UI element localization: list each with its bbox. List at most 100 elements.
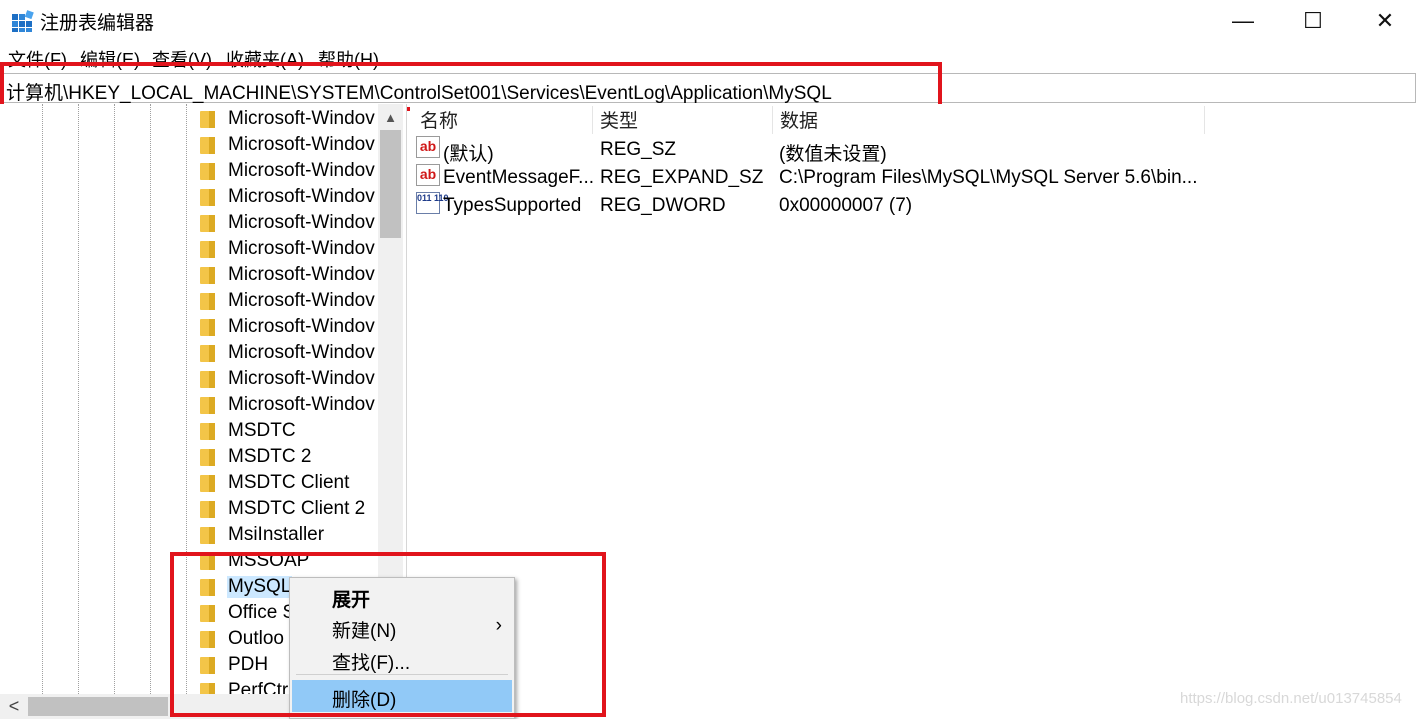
column-header-type[interactable]: 类型 xyxy=(600,106,638,132)
folder-icon xyxy=(200,266,215,284)
tree-node-label: Microsoft-Windov xyxy=(228,264,375,285)
tree-scroll-thumb[interactable] xyxy=(380,130,401,238)
folder-icon xyxy=(200,292,215,310)
tree-node[interactable]: Microsoft-Windov xyxy=(200,340,376,366)
folder-icon xyxy=(200,188,215,206)
horizontal-scroll-thumb[interactable] xyxy=(28,697,168,716)
tree-node-label: Microsoft-Windov xyxy=(228,134,375,155)
context-item-label: 展开 xyxy=(332,590,371,611)
folder-icon xyxy=(200,604,215,622)
tree-node-label: MSDTC Client xyxy=(228,472,350,493)
folder-icon xyxy=(200,136,215,154)
column-header-name[interactable]: 名称 xyxy=(420,106,458,132)
tree-node-label: PDH xyxy=(228,654,269,675)
regedit-app-icon xyxy=(12,10,34,32)
tree-node[interactable]: MsiInstaller xyxy=(200,522,325,548)
tree-node[interactable]: Microsoft-Windov xyxy=(200,314,376,340)
menu-view[interactable]: 查看(V) xyxy=(152,46,212,72)
tree-node-label: MSSOAP xyxy=(228,550,310,571)
tree-node[interactable]: Microsoft-Windov xyxy=(200,158,376,184)
tree-node[interactable]: Microsoft-Windov xyxy=(200,366,376,392)
window-title: 注册表编辑器 xyxy=(40,13,155,34)
context-item-label: 查找(F)... xyxy=(332,653,411,674)
folder-icon xyxy=(200,422,215,440)
context-item-new[interactable]: 新建(N) › xyxy=(290,611,514,643)
menu-edit[interactable]: 编辑(E) xyxy=(80,46,140,72)
context-item-label: 新建(N) xyxy=(332,621,397,642)
tree-node[interactable]: Microsoft-Windov xyxy=(200,392,376,418)
tree-node-label: MSDTC 2 xyxy=(228,446,312,467)
tree-node-label: Microsoft-Windov xyxy=(228,394,375,415)
context-menu: 展开 新建(N) › 查找(F)... 删除(D) xyxy=(289,577,515,719)
folder-icon xyxy=(200,240,215,258)
column-separator xyxy=(772,106,773,134)
address-path[interactable]: 计算机\HKEY_LOCAL_MACHINE\SYSTEM\ControlSet… xyxy=(6,78,832,105)
minimize-button[interactable]: — xyxy=(1208,0,1278,42)
maximize-button[interactable]: ☐ xyxy=(1278,0,1348,42)
tree-node[interactable]: Microsoft-Windov xyxy=(200,262,376,288)
folder-icon xyxy=(200,448,215,466)
folder-icon xyxy=(200,500,215,518)
column-separator xyxy=(592,106,593,134)
folder-icon xyxy=(200,214,215,232)
tree-node[interactable]: Microsoft-Windov xyxy=(200,184,376,210)
folder-icon xyxy=(200,162,215,180)
tree-node[interactable]: Microsoft-Windov xyxy=(200,106,376,132)
context-item-label: 删除(D) xyxy=(332,690,397,711)
menu-file[interactable]: 文件(F) xyxy=(8,46,67,72)
string-value-icon: ab xyxy=(416,136,440,158)
context-item-find[interactable]: 查找(F)... xyxy=(290,643,514,675)
tree-node-label: MSDTC Client 2 xyxy=(228,498,366,519)
folder-icon xyxy=(200,578,215,596)
tree-node[interactable]: MSDTC Client xyxy=(200,470,350,496)
folder-icon xyxy=(200,656,215,674)
tree-node-label: Microsoft-Windov xyxy=(228,316,375,337)
context-item-delete[interactable]: 删除(D) xyxy=(292,680,512,712)
tree-node[interactable]: Microsoft-Windov xyxy=(200,236,376,262)
value-name: (默认) xyxy=(443,144,494,165)
tree-node-label: Microsoft-Windov xyxy=(228,342,375,363)
column-header-data[interactable]: 数据 xyxy=(780,106,818,132)
menu-help[interactable]: 帮助(H) xyxy=(318,46,379,72)
scroll-left-arrow-icon[interactable]: < xyxy=(2,694,26,719)
scroll-up-arrow-icon[interactable]: ▲ xyxy=(378,104,403,130)
value-name: EventMessageF... xyxy=(443,167,595,188)
folder-icon xyxy=(200,370,215,388)
value-type: REG_EXPAND_SZ xyxy=(600,167,764,188)
tree-node-label: MSDTC xyxy=(228,420,296,441)
tree-node[interactable]: MSDTC 2 xyxy=(200,444,312,470)
tree-node[interactable]: Microsoft-Windov xyxy=(200,288,376,314)
value-data: (数值未设置) xyxy=(779,144,887,165)
folder-icon xyxy=(200,318,215,336)
tree-node-label: Microsoft-Windov xyxy=(228,238,375,259)
string-value-icon: ab xyxy=(416,164,440,186)
tree-node-label: Microsoft-Windov xyxy=(228,212,375,233)
tree-node[interactable]: Outloo xyxy=(200,626,285,652)
folder-icon xyxy=(200,552,215,570)
folder-icon xyxy=(200,474,215,492)
tree-node[interactable]: PerfCtr xyxy=(200,678,289,694)
value-data: 0x00000007 (7) xyxy=(779,195,913,216)
tree-node[interactable]: PDH xyxy=(200,652,269,678)
folder-icon xyxy=(200,396,215,414)
binary-value-icon: 011 110 xyxy=(416,192,449,214)
tree-node[interactable]: MSSOAP xyxy=(200,548,310,574)
folder-icon xyxy=(200,682,215,694)
close-button[interactable]: ✕ xyxy=(1350,0,1420,42)
value-type: REG_DWORD xyxy=(600,195,726,216)
tree-node[interactable]: Microsoft-Windov xyxy=(200,210,376,236)
tree-node[interactable]: MSDTC Client 2 xyxy=(200,496,366,522)
tree-node[interactable]: Office S xyxy=(200,600,296,626)
tree-node-label: Outloo xyxy=(228,628,284,649)
context-item-expand[interactable]: 展开 xyxy=(290,580,514,612)
value-type: REG_SZ xyxy=(600,139,677,160)
menu-separator xyxy=(296,674,508,675)
tree-node[interactable]: Microsoft-Windov xyxy=(200,132,376,158)
tree-node-label: PerfCtr xyxy=(228,680,289,694)
tree-node[interactable]: MySQL xyxy=(200,574,293,600)
menu-bar: 文件(F) 编辑(E) 查看(V) 收藏夹(A) 帮助(H) xyxy=(0,42,1422,72)
folder-icon xyxy=(200,110,215,128)
tree-node[interactable]: MSDTC xyxy=(200,418,297,444)
menu-favorites[interactable]: 收藏夹(A) xyxy=(226,46,304,72)
tree-node-label: Office S xyxy=(228,602,296,623)
